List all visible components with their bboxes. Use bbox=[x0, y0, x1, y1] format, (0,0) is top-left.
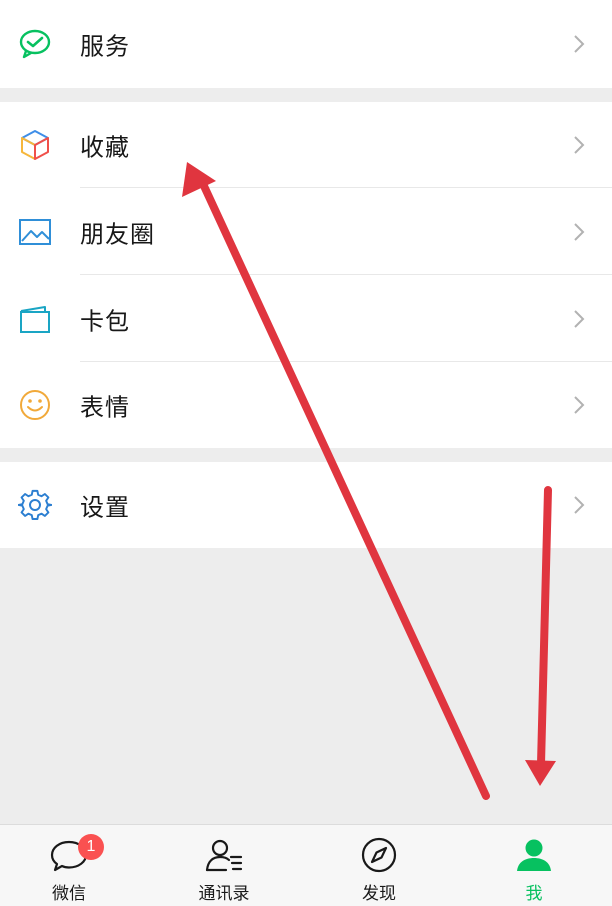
chevron-right-icon bbox=[574, 35, 585, 53]
menu-item-moments-label: 朋友圈 bbox=[80, 220, 155, 248]
cube-favorites-icon bbox=[18, 128, 52, 162]
tab-contacts[interactable]: 通讯录 bbox=[169, 825, 279, 906]
contacts-icon bbox=[205, 839, 243, 872]
menu-item-favorites[interactable]: 收藏 bbox=[0, 102, 612, 188]
menu-item-favorites-label: 收藏 bbox=[80, 133, 130, 162]
menu-item-stickers[interactable]: 表情 bbox=[0, 362, 612, 448]
menu-item-stickers-label: 表情 bbox=[80, 393, 130, 422]
gear-icon bbox=[18, 488, 52, 522]
card-wallet-icon bbox=[18, 302, 52, 336]
menu-item-services[interactable]: 服务 bbox=[0, 0, 612, 88]
chevron-right-icon bbox=[574, 309, 585, 328]
tab-me-label: 我 bbox=[525, 884, 543, 904]
chevron-right-icon bbox=[574, 136, 585, 154]
tab-chats[interactable]: 1 微信 bbox=[14, 825, 124, 906]
tab-me[interactable]: 我 bbox=[479, 825, 589, 906]
person-icon bbox=[517, 839, 551, 871]
menu-item-moments[interactable]: 朋友圈 bbox=[0, 188, 612, 275]
bottom-tab-bar: 1 微信 通讯录 发现 我 bbox=[0, 824, 612, 906]
wechat-pay-check-icon bbox=[18, 27, 52, 61]
tab-chats-label: 微信 bbox=[52, 884, 86, 904]
services-group: 服务 bbox=[0, 0, 612, 88]
tab-discover[interactable]: 发现 bbox=[324, 825, 434, 906]
menu-item-card-wallet[interactable]: 卡包 bbox=[0, 275, 612, 362]
chevron-right-icon bbox=[574, 396, 585, 414]
settings-group: 设置 bbox=[0, 462, 612, 548]
compass-icon bbox=[361, 837, 397, 873]
menu-item-settings[interactable]: 设置 bbox=[0, 462, 612, 548]
smiley-face-icon bbox=[18, 388, 52, 422]
moments-picture-icon bbox=[18, 215, 52, 249]
menu-item-settings-label: 设置 bbox=[80, 493, 130, 522]
menu-item-services-label: 服务 bbox=[80, 32, 130, 61]
tab-discover-label: 发现 bbox=[362, 884, 396, 904]
tab-contacts-label: 通讯录 bbox=[198, 884, 250, 904]
unread-badge: 1 bbox=[78, 834, 104, 860]
features-group: 收藏 朋友圈 卡包 表情 bbox=[0, 102, 612, 448]
chevron-right-icon bbox=[574, 496, 585, 514]
chevron-right-icon bbox=[574, 222, 585, 241]
menu-item-card-wallet-label: 卡包 bbox=[80, 307, 130, 335]
